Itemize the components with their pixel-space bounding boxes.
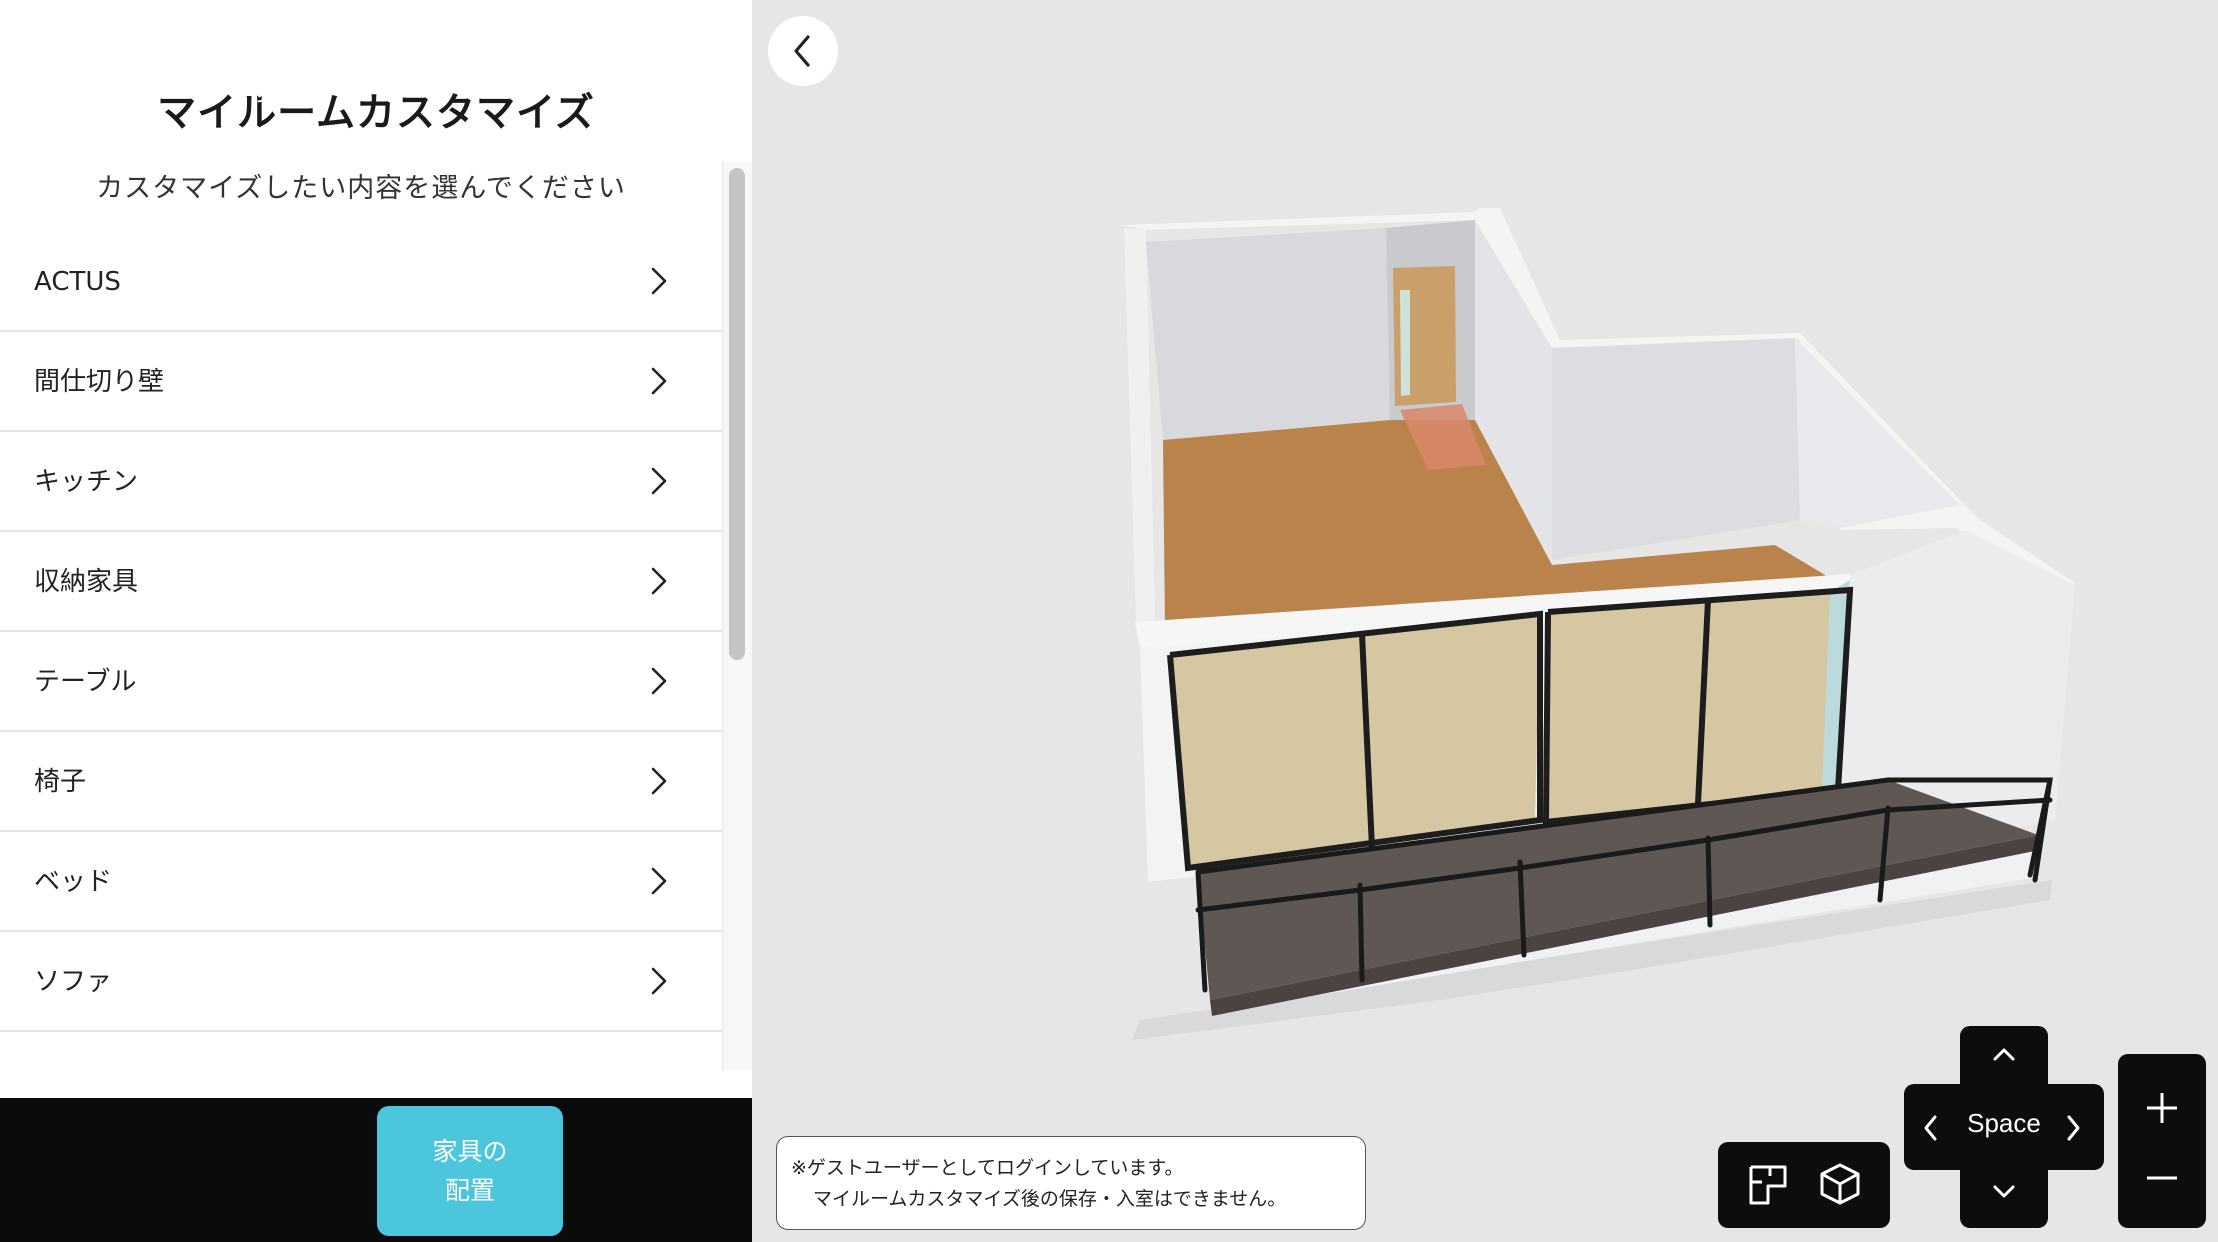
chevron-right-icon bbox=[651, 467, 667, 495]
zoom-in-icon[interactable] bbox=[2144, 1090, 2180, 1126]
bottom-action-bar bbox=[0, 1098, 752, 1242]
zoom-control bbox=[2118, 1054, 2206, 1228]
category-item-table[interactable]: テーブル bbox=[0, 632, 722, 732]
theme-label-line1: テーマの bbox=[230, 38, 331, 67]
nav-space-label: Space bbox=[1967, 1108, 2041, 1138]
customize-panel: マイルームカスタマイズ カスタマイズしたい内容を選んでください ACTUS 間仕… bbox=[0, 0, 752, 1098]
category-item-partition-wall[interactable]: 間仕切り壁 bbox=[0, 332, 722, 432]
furniture-label-line1: 家具の bbox=[432, 1137, 508, 1166]
arrow-up-icon bbox=[1993, 1048, 2015, 1061]
category-label: 間仕切り壁 bbox=[34, 367, 165, 397]
chevron-right-icon bbox=[651, 367, 667, 395]
chevron-right-icon bbox=[651, 867, 667, 895]
floor-plan-view-icon[interactable] bbox=[1748, 1164, 1788, 1206]
category-item-bed[interactable]: ベッド bbox=[0, 832, 722, 932]
save-label: 保存 bbox=[633, 57, 684, 87]
chevron-left-icon bbox=[794, 35, 810, 67]
chevron-right-icon bbox=[651, 567, 667, 595]
category-item-chair[interactable]: 椅子 bbox=[0, 732, 722, 832]
chevron-right-icon bbox=[651, 667, 667, 695]
category-item-sofa[interactable]: ソファ bbox=[0, 932, 722, 1032]
category-label: ソファ bbox=[34, 967, 113, 997]
room-3d-model[interactable] bbox=[752, 0, 2218, 1090]
furniture-label-line2: 配置 bbox=[444, 1176, 495, 1205]
chevron-right-icon bbox=[651, 267, 667, 295]
category-label: 椅子 bbox=[34, 767, 87, 797]
view-mode-toggle bbox=[1718, 1142, 1890, 1228]
save-button[interactable]: 保存 bbox=[566, 0, 752, 144]
category-list: ACTUS 間仕切り壁 キッチン 収納家具 テーブル 椅子 ベッド ソファ bbox=[0, 232, 722, 1032]
panel-subtitle: カスタマイズしたい内容を選んでください bbox=[96, 173, 626, 204]
cancel-button[interactable]: キャンセル bbox=[0, 0, 186, 144]
cancel-label: キャンセル bbox=[30, 57, 156, 87]
category-label: テーブル bbox=[34, 667, 137, 697]
notice-line2: マイルームカスタマイズ後の保存・入室はできません。 bbox=[813, 1188, 1287, 1210]
guest-notice: ※ゲストユーザーとしてログインしています。 マイルームカスタマイズ後の保存・入室… bbox=[776, 1136, 1366, 1230]
arrow-down-icon bbox=[1993, 1185, 2015, 1198]
category-item-kitchen[interactable]: キッチン bbox=[0, 432, 722, 532]
notice-line1: ※ゲストユーザーとしてログインしています。 bbox=[791, 1157, 1184, 1179]
theme-label-line2: 変更 bbox=[255, 77, 306, 106]
category-label: 収納家具 bbox=[34, 567, 139, 597]
category-label: ACTUS bbox=[34, 267, 121, 297]
category-label: キッチン bbox=[34, 467, 139, 497]
category-item-actus[interactable]: ACTUS bbox=[0, 232, 722, 332]
change-theme-button[interactable]: テーマの 変更 bbox=[188, 0, 374, 144]
chevron-right-icon bbox=[651, 767, 667, 795]
furniture-placement-button[interactable]: 家具の 配置 bbox=[377, 1106, 563, 1236]
list-scrollbar-thumb[interactable] bbox=[729, 168, 745, 660]
category-item-storage[interactable]: 収納家具 bbox=[0, 532, 722, 632]
chevron-right-icon bbox=[651, 967, 667, 995]
category-label: ベッド bbox=[34, 867, 113, 897]
zoom-out-icon[interactable] bbox=[2144, 1160, 2180, 1196]
3d-view-icon[interactable] bbox=[1818, 1162, 1862, 1206]
back-button[interactable] bbox=[768, 16, 838, 86]
